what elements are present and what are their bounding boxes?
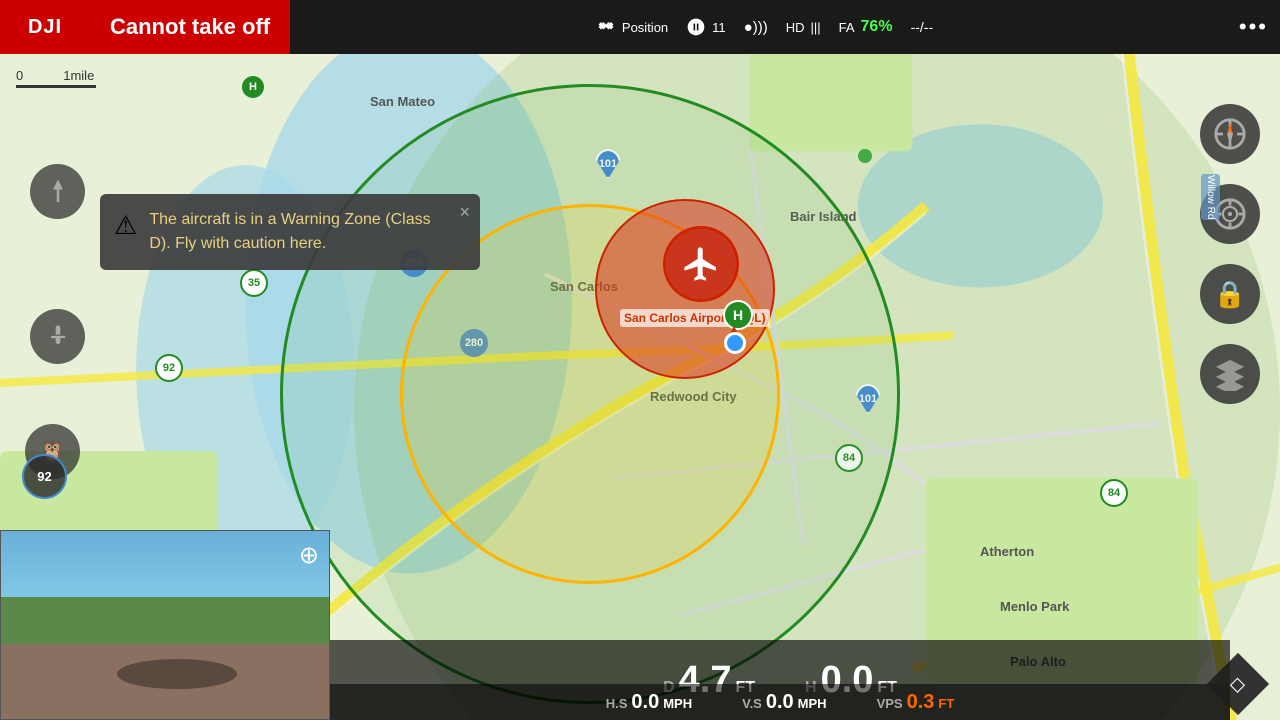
battery-pct: 76%: [861, 18, 893, 36]
top-bar: DJI Cannot take off Position 11 ●))) HD …: [0, 0, 1280, 54]
joystick-button[interactable]: [30, 309, 85, 364]
telemetry-strip-bottom: H.S 0.0 MPH V.S 0.0 MPH VPS 0.3 FT: [330, 684, 1230, 720]
topbar-center: Position 11 ●))) HD ||| FA 76% --/--: [290, 17, 1239, 37]
battery-label: FA: [839, 20, 855, 35]
satellite-count: 11: [712, 20, 726, 35]
warning-popup: ⚠ The aircraft is in a Warning Zone (Cla…: [100, 194, 480, 270]
signal-bars: ●))): [744, 19, 768, 36]
alert-title: Cannot take off: [90, 0, 290, 54]
hd-group: HD |||: [786, 20, 821, 35]
atherton-label: Atherton: [980, 544, 1034, 559]
drone-shadow: [117, 659, 237, 689]
flight-mode-label: Position: [622, 20, 668, 35]
camera-crosshair: ⊕: [299, 541, 319, 570]
scale-mile: 1mile: [63, 68, 94, 83]
time-display: --/--: [911, 19, 934, 35]
layers-icon: [1213, 357, 1247, 391]
takeoff-button[interactable]: [30, 164, 85, 219]
camera-thumbnail: ⊕: [0, 530, 330, 720]
drone-icon: [596, 17, 616, 37]
hd-bars: |||: [810, 20, 820, 35]
signal-group: ●))): [744, 19, 768, 36]
compass-icon: [1213, 117, 1247, 151]
green-dot-marker: [858, 149, 872, 163]
san-mateo-label: San Mateo: [370, 94, 435, 109]
warning-close-button[interactable]: ×: [459, 202, 470, 223]
scale-bar: 0 1mile: [16, 68, 96, 88]
diamond-icon: ◇: [1230, 671, 1245, 696]
hw-84-badge-2: 84: [1100, 479, 1128, 507]
vps-item: VPS 0.3 FT: [877, 691, 955, 714]
airport-marker: [666, 229, 736, 299]
more-options[interactable]: •••: [1239, 14, 1268, 40]
dji-logo: DJI: [0, 0, 90, 54]
warning-icon: ⚠: [114, 210, 137, 241]
willow-rd-label: Willow Rd: [1201, 174, 1220, 220]
lock-button[interactable]: 🔒: [1200, 264, 1260, 324]
hw-92-badge: 92: [155, 354, 183, 382]
home-marker-top: H: [242, 76, 264, 98]
map-area[interactable]: 0 1mile San Mateo San Carlos Redwood Cit…: [0, 54, 1280, 720]
takeoff-icon: [43, 177, 73, 207]
hs-item: H.S 0.0 MPH: [606, 691, 692, 714]
drone-marker: [724, 332, 746, 354]
warning-text: The aircraft is in a Warning Zone (Class…: [149, 208, 444, 256]
compass-button[interactable]: [1200, 104, 1260, 164]
hw-35-badge: 35: [240, 269, 268, 297]
airport-icon: [681, 244, 721, 284]
menlo-park-label: Menlo Park: [1000, 599, 1069, 614]
vs-item: V.S 0.0 MPH: [742, 691, 826, 714]
satellite-group: 11: [686, 17, 726, 37]
layers-button[interactable]: [1200, 344, 1260, 404]
scale-zero: 0: [16, 68, 23, 83]
flight-mode-group: Position: [596, 17, 668, 37]
hw-92-left-badge: 92: [22, 454, 67, 499]
scale-line: [16, 85, 96, 88]
joystick-icon: [44, 323, 72, 351]
battery-group: FA 76%: [839, 18, 893, 36]
hd-label: HD: [786, 20, 805, 35]
satellite-icon: [686, 17, 706, 37]
